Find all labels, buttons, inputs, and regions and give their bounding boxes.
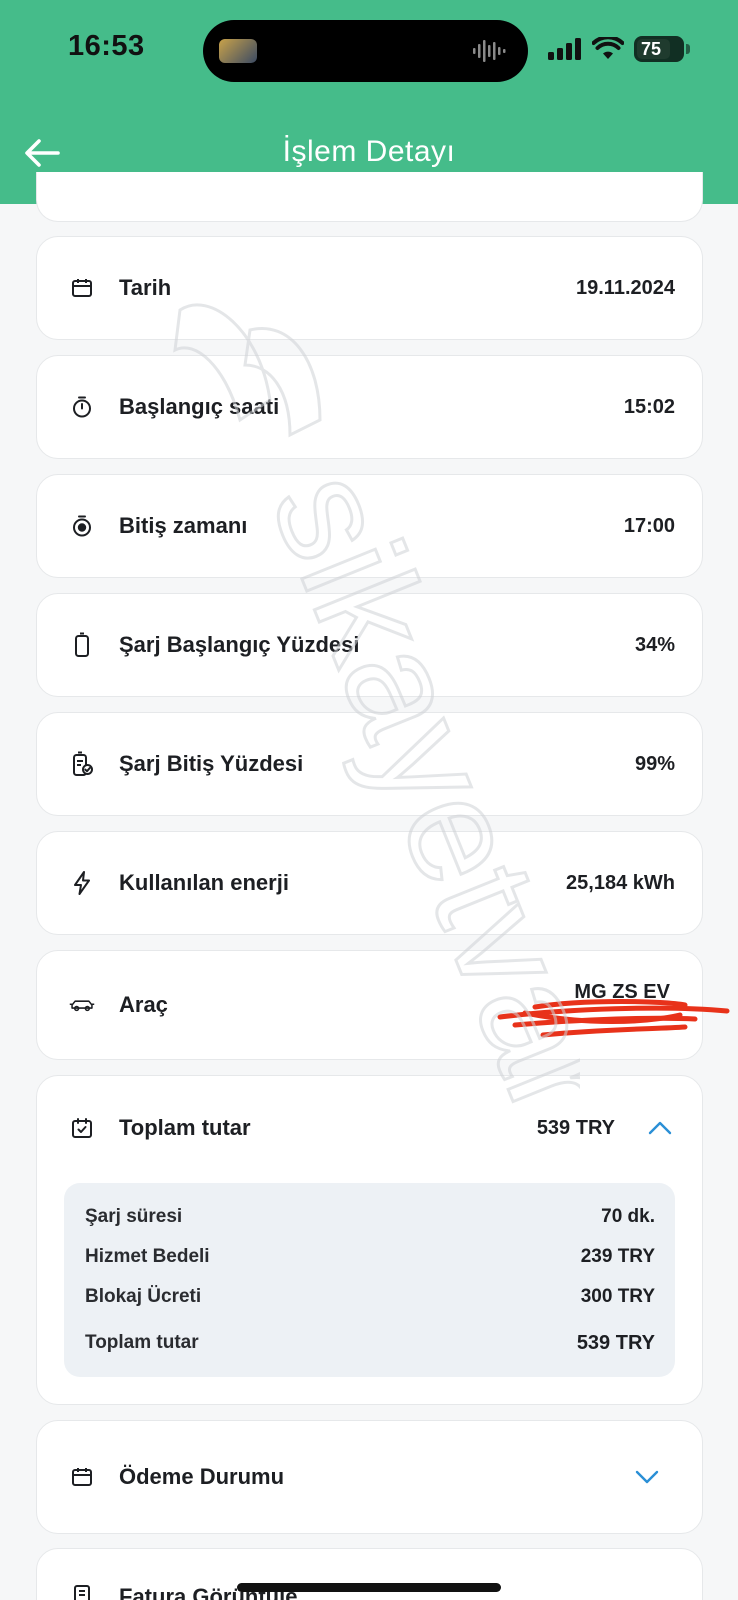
detail-row-energy: Kullanılan enerji 25,184 kWh xyxy=(36,831,703,935)
calendar-icon xyxy=(69,1464,95,1490)
detail-label: Şarj Bitiş Yüzdesi xyxy=(119,751,304,776)
detail-label: Kullanılan enerji xyxy=(119,870,289,895)
calendar-check-icon xyxy=(69,1115,95,1141)
detail-label: Başlangıç saati xyxy=(119,394,280,419)
invoice-card[interactable]: Fatura Görüntüle xyxy=(36,1548,703,1600)
document-icon xyxy=(69,1584,95,1600)
now-playing-thumbnail xyxy=(219,39,257,63)
payment-status-card[interactable]: Ödeme Durumu xyxy=(36,1420,703,1534)
status-time: 16:53 xyxy=(68,30,145,62)
breakdown-row: Blokaj Ücreti 300 TRY xyxy=(85,1277,655,1317)
total-label: Toplam tutar xyxy=(119,1115,251,1140)
status-icons: 75 xyxy=(548,36,690,62)
stopwatch-icon xyxy=(69,394,95,420)
dynamic-island xyxy=(203,20,528,82)
breakdown-label: Blokaj Ücreti xyxy=(85,1286,202,1307)
detail-row-start-time: Başlangıç saati 15:02 xyxy=(36,355,703,459)
breakdown-total-row: Toplam tutar 539 TRY xyxy=(85,1323,655,1363)
detail-row-date: Tarih 19.11.2024 xyxy=(36,236,703,340)
chevron-up-icon xyxy=(648,1121,672,1135)
payment-status-label: Ödeme Durumu xyxy=(119,1464,285,1489)
detail-value: 15:02 xyxy=(623,395,675,418)
battery-indicator: 75 xyxy=(634,36,690,62)
total-breakdown: Şarj süresi 70 dk. Hizmet Bedeli 239 TRY… xyxy=(64,1183,675,1377)
battery-check-icon xyxy=(69,751,95,777)
breakdown-row: Şarj süresi 70 dk. xyxy=(85,1197,655,1237)
expand-button[interactable] xyxy=(632,1462,662,1492)
detail-row-charge-start: Şarj Başlangıç Yüzdesi 34% xyxy=(36,593,703,697)
battery-icon xyxy=(69,632,95,658)
detail-label: Şarj Başlangıç Yüzdesi xyxy=(119,632,360,657)
breakdown-value: 70 dk. xyxy=(601,1206,655,1227)
total-amount-card: Toplam tutar 539 TRY Şarj süresi 70 dk. … xyxy=(36,1075,703,1405)
audio-waveform-icon xyxy=(473,40,506,62)
collapse-button[interactable] xyxy=(645,1113,675,1143)
total-value: 539 TRY xyxy=(536,1116,615,1139)
detail-value: 34% xyxy=(634,633,675,656)
detail-row-end-time: Bitiş zamanı 17:00 xyxy=(36,474,703,578)
breakdown-value: 239 TRY xyxy=(580,1246,655,1267)
detail-label: Bitiş zamanı xyxy=(119,513,248,538)
stopwatch-stop-icon xyxy=(69,513,95,539)
total-amount-header[interactable]: Toplam tutar 539 TRY xyxy=(37,1076,702,1180)
car-icon xyxy=(69,992,95,1018)
breakdown-label: Hizmet Bedeli xyxy=(85,1246,210,1267)
plate-redaction-scribble xyxy=(497,999,730,1038)
cellular-signal-icon xyxy=(548,38,581,60)
breakdown-value: 300 TRY xyxy=(580,1286,655,1307)
detail-value: 17:00 xyxy=(623,514,675,537)
breakdown-row: Hizmet Bedeli 239 TRY xyxy=(85,1237,655,1277)
breakdown-total-label: Toplam tutar xyxy=(85,1332,199,1353)
page-title: İşlem Detayı xyxy=(282,135,456,168)
calendar-icon xyxy=(69,275,95,301)
partial-card xyxy=(36,172,703,222)
battery-percent: 75 xyxy=(641,38,662,59)
detail-value: 19.11.2024 xyxy=(576,276,675,299)
lightning-icon xyxy=(69,870,95,896)
breakdown-total-value: 539 TRY xyxy=(576,1331,655,1354)
detail-label: Tarih xyxy=(119,275,172,300)
wifi-icon xyxy=(592,37,624,59)
detail-value: 25,184 kWh xyxy=(566,871,675,894)
breakdown-label: Şarj süresi xyxy=(85,1206,183,1227)
battery-nub xyxy=(686,44,690,54)
detail-row-charge-end: Şarj Bitiş Yüzdesi 99% xyxy=(36,712,703,816)
home-indicator xyxy=(237,1583,501,1592)
chevron-down-icon xyxy=(635,1470,659,1484)
detail-value: 99% xyxy=(634,752,675,775)
